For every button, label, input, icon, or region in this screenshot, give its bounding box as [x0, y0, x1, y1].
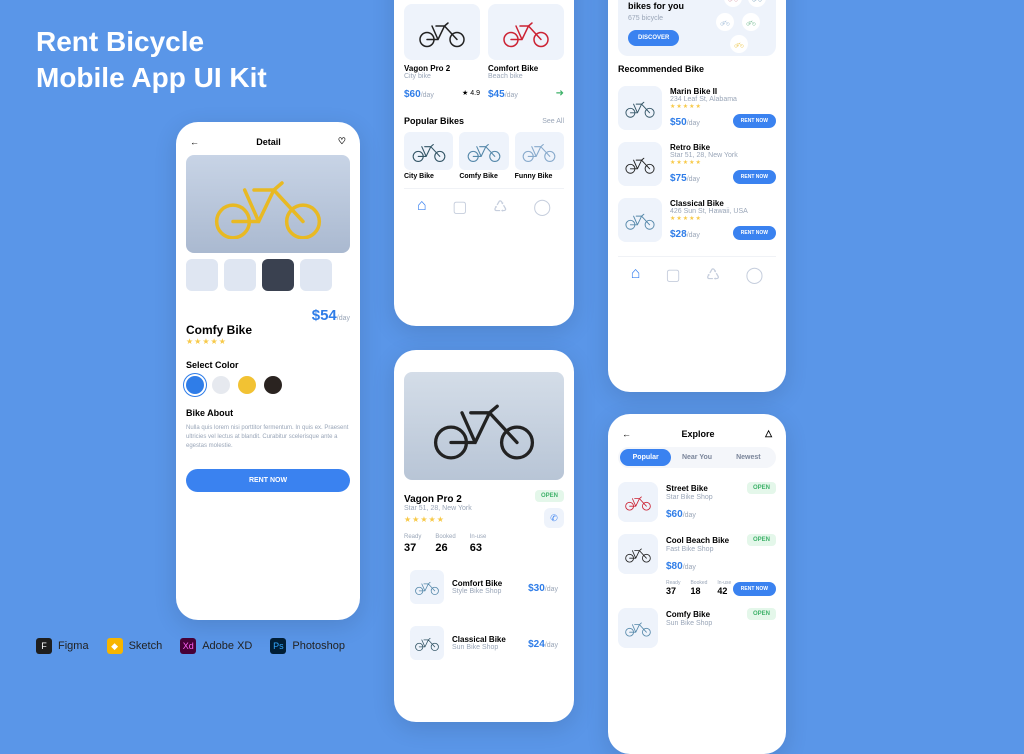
hero-title: Rent Bicycle Mobile App UI Kit	[36, 24, 267, 97]
rent-now-button[interactable]: RENT NOW	[733, 226, 776, 240]
photoshop-icon: Ps	[270, 638, 286, 654]
go-icon[interactable]: ➜	[556, 88, 564, 99]
thumbnail[interactable]	[224, 259, 256, 291]
popular-card[interactable]: Comfy Bike	[459, 132, 508, 180]
popular-card[interactable]: City Bike	[404, 132, 453, 180]
product-name: Vagon Pro 2	[404, 64, 480, 73]
star-rating: ★★★★★	[186, 337, 252, 346]
heart-icon[interactable]: ♡	[338, 136, 346, 147]
hero-card: Find the best bikes for you 675 bicycle …	[618, 0, 776, 56]
nav-bike-icon[interactable]: ♺	[706, 265, 720, 285]
phone-explore: ← Explore △ Popular Near You Newest Stre…	[608, 414, 786, 754]
nav-calendar-icon[interactable]: ▢	[452, 197, 467, 217]
phone-listing: Vagon Pro 2 City bike $60/day ★ 4.9 Comf…	[394, 0, 574, 326]
adobe-xd-icon: Xd	[180, 638, 196, 654]
nav-profile-icon[interactable]: ◯	[533, 197, 551, 217]
rent-now-button[interactable]: RENT NOW	[186, 469, 350, 492]
tab-popular[interactable]: Popular	[620, 449, 671, 466]
about-title: Bike About	[186, 408, 350, 418]
bottom-nav: ⌂ ▢ ♺ ◯	[404, 188, 564, 219]
select-color-label: Select Color	[186, 360, 350, 370]
thumbnail[interactable]	[262, 259, 294, 291]
discover-button[interactable]: DISCOVER	[628, 30, 679, 46]
nav-home-icon[interactable]: ⌂	[417, 197, 427, 217]
nav-home-icon[interactable]: ⌂	[631, 265, 641, 285]
nav-profile-icon[interactable]: ◯	[745, 265, 763, 285]
tab-near-you[interactable]: Near You	[671, 449, 722, 466]
related-item[interactable]: Comfort Bike Style Bike Shop $30/day	[404, 564, 564, 610]
recommended-item[interactable]: Classical Bike 426 Sun St, Hawaii, USA ★…	[618, 192, 776, 248]
product-card[interactable]: Comfort Bike Beach bike $45/day ➜	[488, 4, 564, 102]
rent-now-button[interactable]: RENT NOW	[733, 170, 776, 184]
back-icon[interactable]: ←	[622, 429, 631, 439]
thumbnail[interactable]	[186, 259, 218, 291]
explore-item[interactable]: Street BikeOPEN Star Bike Shop $60/day	[618, 476, 776, 528]
product-name: Comfy Bike	[186, 323, 252, 337]
color-option[interactable]	[186, 376, 204, 394]
color-option[interactable]	[264, 376, 282, 394]
explore-item[interactable]: Cool Beach BikeOPEN Fast Bike Shop $80/d…	[618, 528, 776, 602]
phone-detail: ← Detail ♡ Comfy Bike ★★★★★ $54/day Sele…	[176, 122, 360, 620]
nav-calendar-icon[interactable]: ▢	[666, 265, 681, 285]
back-icon[interactable]: ←	[190, 137, 199, 147]
tab-newest[interactable]: Newest	[723, 449, 774, 466]
rent-now-button[interactable]: RENT NOW	[733, 114, 776, 128]
see-all-link[interactable]: See All	[542, 118, 564, 125]
figma-icon: F	[36, 638, 52, 654]
phone-home: ≡ Home △ Find the best bikes for you 675…	[608, 0, 786, 392]
bell-icon[interactable]: △	[765, 428, 772, 439]
color-option[interactable]	[238, 376, 256, 394]
product-category: City bike	[404, 73, 480, 80]
shop-location: Star 51, 28, New York	[404, 505, 472, 512]
color-option[interactable]	[212, 376, 230, 394]
about-text: Nulla quis lorem nisi porttitor fermentu…	[186, 424, 350, 451]
rating: ★ 4.9	[462, 89, 480, 97]
rent-now-button[interactable]: RENT NOW	[733, 582, 776, 596]
tools-row: FFigma ◆Sketch XdAdobe XD PsPhotoshop	[36, 638, 345, 654]
tab-bar: Popular Near You Newest	[618, 447, 776, 468]
hero-text: Find the best bikes for you	[628, 0, 698, 11]
product-name: Comfort Bike	[488, 64, 564, 73]
tool-photoshop: PsPhotoshop	[270, 638, 345, 654]
product-card[interactable]: Vagon Pro 2 City bike $60/day ★ 4.9	[404, 4, 480, 102]
nav-bike-icon[interactable]: ♺	[493, 197, 507, 217]
screen-title: Explore	[682, 429, 715, 439]
explore-item[interactable]: Comfy BikeOPEN Sun Bike Shop	[618, 602, 776, 654]
open-badge: OPEN	[535, 490, 564, 502]
recommended-item[interactable]: Marin Bike II 234 Leaf St, Alabama ★★★★★…	[618, 80, 776, 136]
popular-title: Popular Bikes	[404, 116, 464, 126]
price-value: $54	[312, 307, 337, 324]
phone-shop-detail: Vagon Pro 2 Star 51, 28, New York ★★★★★ …	[394, 350, 574, 722]
thumbnail-row	[186, 259, 350, 291]
star-rating: ★★★★★	[404, 515, 472, 524]
related-item[interactable]: Classical Bike Sun Bike Shop $24/day	[404, 620, 564, 666]
shop-name: Vagon Pro 2	[404, 494, 472, 505]
tool-sketch: ◆Sketch	[107, 638, 163, 654]
tool-adobe-xd: XdAdobe XD	[180, 638, 252, 654]
screen-title: Detail	[256, 137, 281, 147]
product-hero-image	[186, 155, 350, 253]
recommended-item[interactable]: Retro Bike Star 51, 28, New York ★★★★★ $…	[618, 136, 776, 192]
color-picker	[186, 376, 350, 394]
shop-hero-image	[404, 372, 564, 480]
phone-icon[interactable]: ✆	[544, 508, 564, 528]
thumbnail[interactable]	[300, 259, 332, 291]
bottom-nav: ⌂ ▢ ♺ ◯	[618, 256, 776, 287]
product-category: Beach bike	[488, 73, 564, 80]
tool-figma: FFigma	[36, 638, 89, 654]
sketch-icon: ◆	[107, 638, 123, 654]
recommended-title: Recommended Bike	[618, 64, 776, 74]
popular-card[interactable]: Funny Bike	[515, 132, 564, 180]
